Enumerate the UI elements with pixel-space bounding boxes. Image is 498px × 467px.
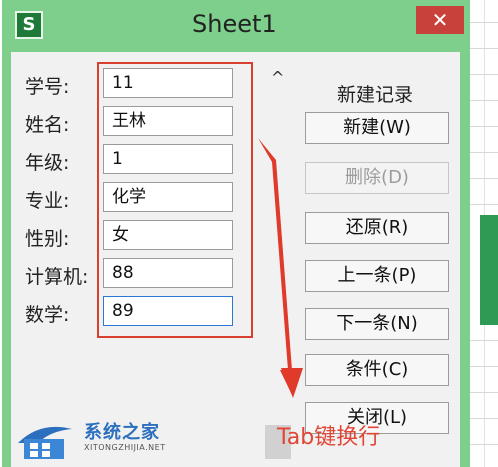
tab-hint-annotation: Tab键换行 bbox=[277, 425, 381, 450]
watermark-name: 系统之家 bbox=[84, 422, 160, 443]
watermark-url: XITONGZHIJIA.NET bbox=[84, 443, 166, 452]
red-arrow-icon bbox=[258, 138, 303, 398]
watermark-logo-icon bbox=[18, 426, 72, 459]
